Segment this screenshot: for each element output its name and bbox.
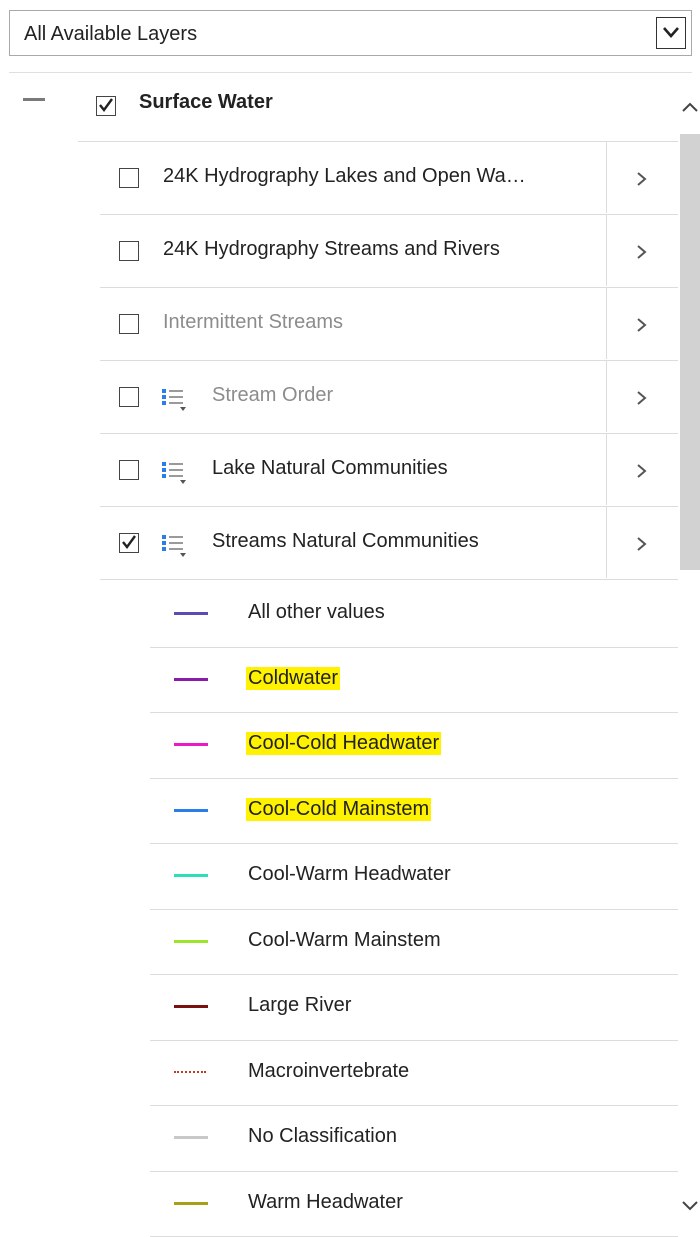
chevron-up-icon[interactable] — [680, 100, 700, 114]
row-divider — [606, 507, 607, 578]
legend-item: Cool-Warm Headwater — [150, 843, 678, 908]
layer-checkbox[interactable] — [119, 460, 139, 480]
legend-swatch — [174, 612, 208, 615]
legend-list-icon — [162, 462, 186, 484]
legend-swatch — [174, 678, 208, 681]
legend-swatch — [174, 940, 208, 943]
layer-checkbox[interactable] — [119, 314, 139, 334]
legend-divider — [150, 1040, 678, 1041]
layer-label: Intermittent Streams — [163, 311, 344, 333]
legend-divider — [150, 1171, 678, 1172]
layer-checkbox[interactable] — [119, 168, 139, 188]
legend-divider — [150, 909, 678, 910]
legend-item: Cool-Warm Mainstem — [150, 909, 678, 974]
legend-swatch — [174, 743, 208, 746]
legend-label: No Classification — [248, 1125, 397, 1147]
group-checkbox[interactable] — [96, 96, 116, 116]
legend-item: No Classification — [150, 1105, 678, 1170]
layer-label: Stream Order — [212, 384, 334, 406]
layer-checkbox[interactable] — [119, 241, 139, 261]
row-divider — [78, 141, 678, 142]
legend-divider — [150, 778, 678, 779]
legend-label: Cool-Warm Mainstem — [248, 929, 441, 951]
legend-label: Cool-Cold Headwater — [246, 732, 442, 755]
minus-icon[interactable] — [23, 98, 45, 101]
legend-swatch — [174, 1005, 208, 1008]
legend-item: Warm Headwater — [150, 1171, 678, 1236]
legend-divider — [150, 843, 678, 844]
layer-label: 24K Hydrography Lakes and Open Wa… — [163, 165, 526, 187]
legend-swatch — [174, 1202, 208, 1205]
legend-divider — [150, 974, 678, 975]
row-divider — [606, 288, 607, 359]
layer-row[interactable]: Stream Order — [100, 360, 678, 433]
legend-label: Warm Headwater — [248, 1191, 403, 1213]
chevron-right-icon[interactable] — [635, 535, 649, 553]
row-divider — [606, 215, 607, 286]
chevron-right-icon[interactable] — [635, 170, 649, 188]
chevron-down-icon[interactable] — [680, 1199, 700, 1213]
checkmark-icon — [122, 535, 136, 549]
legend-label: Coldwater — [246, 667, 341, 690]
dropdown-divider — [9, 72, 692, 73]
row-divider — [606, 142, 607, 213]
layer-filter-dropdown[interactable]: All Available Layers — [9, 10, 692, 56]
chevron-right-icon[interactable] — [635, 243, 649, 261]
row-divider — [100, 579, 678, 580]
dropdown-selected-value: All Available Layers — [24, 23, 198, 45]
legend-item: All other values — [150, 581, 678, 646]
layer-row[interactable]: Streams Natural Communities — [100, 506, 678, 579]
layer-label: 24K Hydrography Streams and Rivers — [163, 238, 500, 260]
legend-swatch — [174, 809, 208, 812]
layer-row[interactable]: 24K Hydrography Streams and Rivers — [100, 214, 678, 287]
legend-divider — [150, 712, 678, 713]
legend-label: Macroinvertebrate — [248, 1060, 410, 1082]
legend-label: Large River — [248, 994, 352, 1016]
chevron-right-icon[interactable] — [635, 389, 649, 407]
layer-row[interactable]: Intermittent Streams — [100, 287, 678, 360]
layer-label: Streams Natural Communities — [212, 530, 479, 552]
row-divider — [100, 360, 678, 361]
layer-label: Lake Natural Communities — [212, 457, 448, 479]
legend-item: Macroinvertebrate — [150, 1040, 678, 1105]
legend-label: Cool-Warm Headwater — [248, 863, 451, 885]
legend-divider — [150, 1105, 678, 1106]
chevron-down-icon — [663, 27, 679, 38]
row-divider — [100, 506, 678, 507]
layer-checkbox[interactable] — [119, 387, 139, 407]
row-divider — [606, 361, 607, 432]
scrollbar-thumb[interactable] — [680, 134, 700, 570]
legend-item: Cool-Cold Mainstem — [150, 778, 678, 843]
chevron-right-icon[interactable] — [635, 462, 649, 480]
legend-swatch — [174, 1136, 208, 1139]
legend-divider — [150, 647, 678, 648]
legend-swatch — [174, 874, 208, 877]
layer-row[interactable]: Lake Natural Communities — [100, 433, 678, 506]
legend-item: Coldwater — [150, 647, 678, 712]
dropdown-toggle-button[interactable] — [656, 17, 686, 49]
group-title: Surface Water — [139, 91, 273, 113]
row-divider — [606, 434, 607, 505]
legend-label: All other values — [248, 601, 385, 623]
row-divider — [100, 214, 678, 215]
legend-item: Large River — [150, 974, 678, 1039]
layer-checkbox[interactable] — [119, 533, 139, 553]
checkmark-icon — [99, 98, 113, 112]
row-divider — [100, 287, 678, 288]
row-divider — [100, 433, 678, 434]
legend-swatch — [174, 1071, 206, 1073]
legend-label: Cool-Cold Mainstem — [246, 798, 432, 821]
layer-row[interactable]: 24K Hydrography Lakes and Open Wa… — [100, 141, 678, 214]
legend-list-icon — [162, 389, 186, 411]
chevron-right-icon[interactable] — [635, 316, 649, 334]
legend-list-icon — [162, 535, 186, 557]
legend-item: Cool-Cold Headwater — [150, 712, 678, 777]
